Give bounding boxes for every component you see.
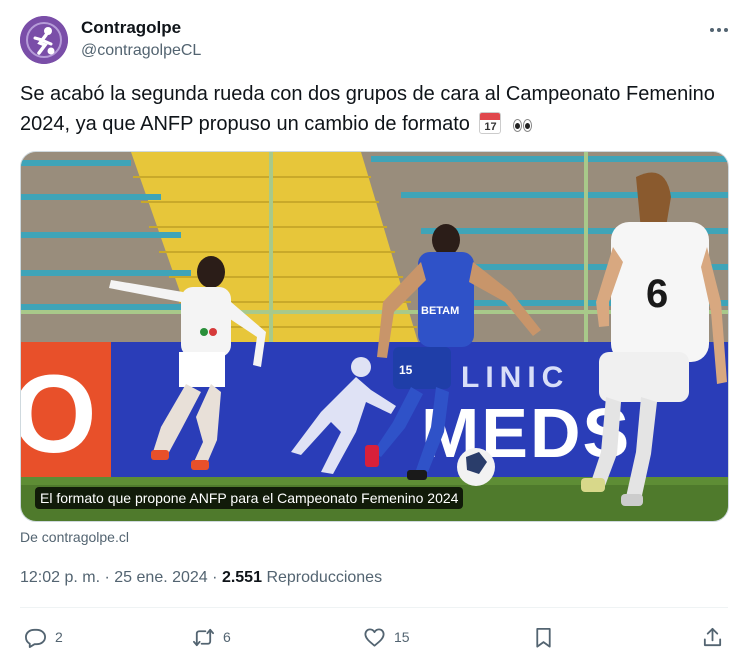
svg-text:BETAM: BETAM xyxy=(421,305,459,317)
tweet-time[interactable]: 12:02 p. m. xyxy=(20,569,100,586)
like-button[interactable]: 15 xyxy=(363,622,410,652)
views-label: Reproducciones xyxy=(266,569,383,586)
reply-icon xyxy=(25,628,46,648)
like-count: 15 xyxy=(394,629,410,645)
meta-separator: · xyxy=(212,569,218,586)
tweet-body: Se acabó la segunda rueda con dos grupos… xyxy=(20,83,715,135)
bookmark-icon xyxy=(536,627,551,648)
tweet-text: Se acabó la segunda rueda con dos grupos… xyxy=(20,79,732,141)
svg-text:LINIC: LINIC xyxy=(461,361,569,394)
retweet-icon xyxy=(193,628,214,646)
avatar[interactable] xyxy=(20,16,68,64)
meta-separator: · xyxy=(104,569,110,586)
calendar-icon: 17 xyxy=(479,112,502,134)
svg-text:O: O xyxy=(21,353,97,476)
reply-button[interactable]: 2 xyxy=(24,622,63,652)
views-count: 2.551 xyxy=(221,569,262,586)
soccer-photo: O LINIC MEDS xyxy=(21,152,728,521)
share-button[interactable] xyxy=(701,622,724,652)
svg-text:15: 15 xyxy=(399,363,413,377)
tweet-media-image[interactable]: O LINIC MEDS xyxy=(20,151,729,522)
share-icon xyxy=(703,627,722,646)
user-handle[interactable]: @contragolpeCL xyxy=(81,42,201,60)
tweet-date[interactable]: 25 ene. 2024 xyxy=(114,569,207,586)
bookmark-button[interactable] xyxy=(532,622,555,652)
tweet-header: Contragolpe @contragolpeCL xyxy=(20,16,730,66)
divider xyxy=(20,607,728,608)
media-caption: El formato que propone ANFP para el Camp… xyxy=(35,487,464,509)
display-name[interactable]: Contragolpe xyxy=(81,18,181,38)
retweet-button[interactable]: 6 xyxy=(192,622,231,652)
calendar-day: 17 xyxy=(484,121,497,133)
heart-icon xyxy=(364,627,385,647)
reply-count: 2 xyxy=(55,629,63,645)
contragolpe-logo-icon xyxy=(20,16,68,64)
more-options-icon[interactable] xyxy=(708,20,730,40)
eyes-icon xyxy=(513,111,533,141)
retweet-count: 6 xyxy=(223,629,231,645)
tweet-meta: 12:02 p. m. · 25 ene. 2024 · 2.551 Repro… xyxy=(20,569,382,587)
svg-text:6: 6 xyxy=(646,272,668,316)
action-bar: 2 6 15 xyxy=(20,622,728,652)
link-source[interactable]: De contragolpe.cl xyxy=(20,529,129,545)
